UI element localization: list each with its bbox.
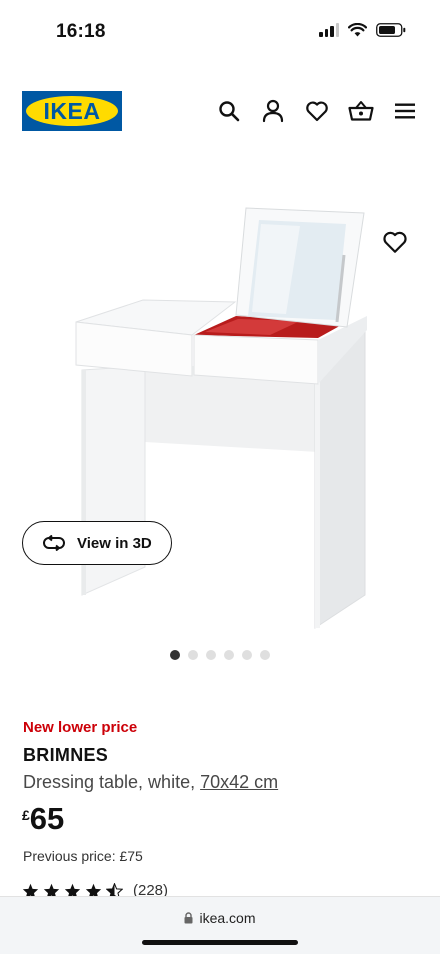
basket-icon[interactable] [348, 98, 374, 124]
price: £ 65 [22, 803, 64, 834]
heart-icon[interactable] [304, 98, 330, 124]
gallery-dot[interactable] [242, 650, 252, 660]
home-indicator[interactable] [142, 940, 298, 945]
lock-icon [184, 912, 193, 924]
gallery-pagination [170, 650, 270, 660]
rotate-3d-icon [43, 535, 65, 551]
view-in-3d-label: View in 3D [77, 534, 152, 552]
url-text: ikea.com [199, 910, 256, 926]
menu-icon[interactable] [392, 98, 418, 124]
product-image[interactable] [0, 180, 440, 640]
product-name: BRIMNES [23, 745, 109, 765]
previous-price: Previous price: £75 [23, 848, 143, 864]
gallery-dot[interactable] [224, 650, 234, 660]
battery-icon [376, 23, 406, 37]
view-in-3d-button[interactable]: View in 3D [22, 521, 172, 565]
status-time: 16:18 [56, 21, 106, 42]
status-icons [319, 23, 406, 37]
ikea-logo[interactable]: IKEA [22, 91, 122, 131]
price-currency: £ [22, 807, 30, 823]
cellular-signal-icon [319, 23, 339, 37]
dimensions-link[interactable]: 70x42 cm [200, 772, 278, 792]
gallery-dot[interactable] [260, 650, 270, 660]
gallery-dot[interactable] [206, 650, 216, 660]
header-actions [216, 98, 418, 124]
search-icon[interactable] [216, 98, 242, 124]
status-bar: 16:18 [0, 0, 440, 62]
account-icon[interactable] [260, 98, 286, 124]
product-description: Dressing table, white, 70x42 cm [23, 772, 278, 793]
gallery-dot[interactable] [170, 650, 180, 660]
wifi-icon [348, 23, 367, 37]
url-display[interactable]: ikea.com [0, 910, 440, 926]
save-to-favourites-heart-icon[interactable] [382, 230, 410, 256]
price-value: 65 [29, 801, 65, 836]
product-type: Dressing table, white, [23, 772, 201, 792]
new-lower-price-badge: New lower price [23, 719, 138, 736]
logo-text: IKEA [43, 97, 101, 124]
gallery-dot[interactable] [188, 650, 198, 660]
browser-address-bar[interactable]: ikea.com [0, 896, 440, 954]
logo-oval: IKEA [26, 96, 118, 126]
site-header: IKEA [0, 88, 440, 134]
